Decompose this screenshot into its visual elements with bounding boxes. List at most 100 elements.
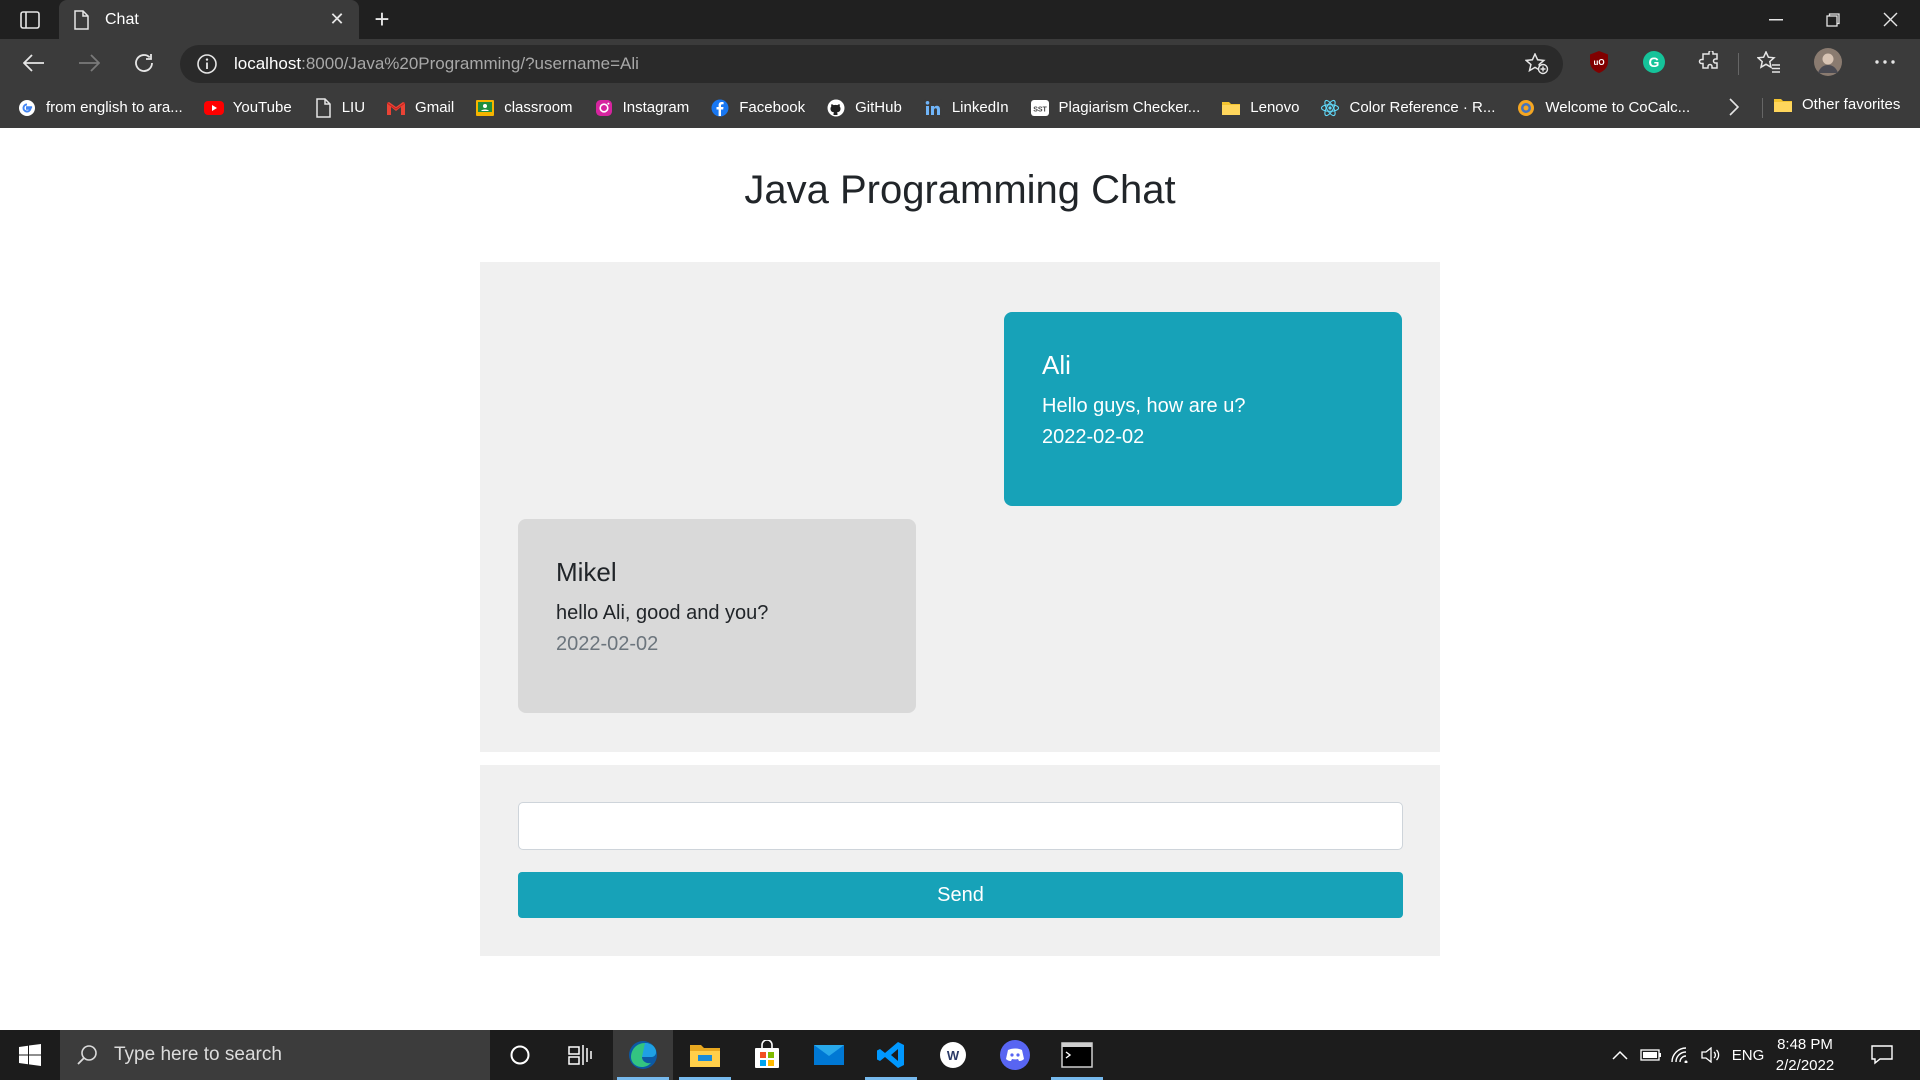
message-username: Mikel bbox=[556, 557, 617, 587]
gmail-icon bbox=[386, 98, 406, 118]
back-icon[interactable] bbox=[18, 47, 50, 79]
add-favorite-icon[interactable] bbox=[1524, 52, 1549, 75]
ublock-icon[interactable]: uO bbox=[1586, 49, 1612, 75]
bookmark-label: Instagram bbox=[622, 99, 690, 116]
taskbar-terminal[interactable] bbox=[1047, 1030, 1107, 1080]
chevron-up-icon[interactable] bbox=[1605, 1030, 1635, 1080]
bookmark-lenovo[interactable]: Lenovo bbox=[1221, 98, 1299, 118]
facebook-icon bbox=[710, 98, 730, 118]
favorites-icon[interactable] bbox=[1756, 49, 1782, 75]
bookmark-facebook[interactable]: Facebook bbox=[710, 98, 805, 118]
bookmarks-bar: from english to ara... YouTube LIU Gmail… bbox=[0, 87, 1920, 128]
bookmark-github[interactable]: GitHub bbox=[826, 98, 902, 118]
bookmark-instagram[interactable]: Instagram bbox=[594, 98, 690, 118]
extensions-icon[interactable] bbox=[1696, 49, 1722, 75]
google-icon bbox=[17, 98, 37, 118]
taskbar-mail[interactable] bbox=[799, 1030, 859, 1080]
volume-icon[interactable] bbox=[1696, 1030, 1726, 1080]
search-placeholder: Type here to search bbox=[114, 1044, 282, 1065]
message-date: 2022-02-02 bbox=[1042, 426, 1145, 448]
browser-tab-bar: Chat ✕ + bbox=[0, 0, 1920, 39]
forward-icon[interactable] bbox=[73, 47, 105, 79]
bookmark-gmail[interactable]: Gmail bbox=[386, 98, 454, 118]
taskbar-file-explorer[interactable] bbox=[675, 1030, 735, 1080]
other-favorites-label: Other favorites bbox=[1802, 96, 1901, 113]
address-field[interactable]: localhost:8000/Java%20Programming/?usern… bbox=[180, 45, 1563, 83]
site-info-icon[interactable] bbox=[196, 53, 218, 75]
toolbar-divider bbox=[1738, 53, 1739, 75]
message-input[interactable] bbox=[518, 802, 1403, 850]
clock-time: 8:48 PM bbox=[1777, 1036, 1833, 1053]
edge-icon bbox=[629, 1041, 657, 1069]
chevron-right-icon[interactable] bbox=[1728, 97, 1748, 119]
tab-actions-icon[interactable] bbox=[14, 8, 46, 32]
minimize-icon[interactable] bbox=[1748, 0, 1804, 39]
github-icon bbox=[826, 98, 846, 118]
cortana-icon[interactable] bbox=[490, 1030, 550, 1080]
bookmark-label: Plagiarism Checker... bbox=[1058, 99, 1201, 116]
profile-avatar[interactable] bbox=[1813, 47, 1843, 77]
other-favorites[interactable]: Other favorites bbox=[1773, 96, 1900, 113]
bookmark-cocalc[interactable]: Welcome to CoCalc... bbox=[1516, 98, 1690, 118]
bookmark-google-translate[interactable]: from english to ara... bbox=[17, 98, 183, 118]
windows-start-icon[interactable] bbox=[0, 1030, 60, 1080]
send-button[interactable]: Send bbox=[518, 872, 1403, 918]
bookmarks-divider bbox=[1762, 98, 1763, 118]
taskbar-clock[interactable]: 8:48 PM 2/2/2022 bbox=[1760, 1034, 1850, 1078]
bookmark-color-reference[interactable]: Color Reference · R... bbox=[1320, 98, 1495, 118]
youtube-icon bbox=[203, 98, 224, 118]
taskbar-search-box[interactable]: Type here to search bbox=[60, 1030, 490, 1080]
bookmark-youtube[interactable]: YouTube bbox=[203, 98, 292, 118]
vscode-icon bbox=[877, 1042, 904, 1068]
more-options-icon[interactable] bbox=[1872, 49, 1898, 75]
sst-icon: SST bbox=[1030, 98, 1050, 118]
bookmark-label: from english to ara... bbox=[46, 99, 183, 116]
bookmark-plagiarism-checker[interactable]: SST Plagiarism Checker... bbox=[1030, 98, 1201, 118]
folder-icon bbox=[1773, 97, 1793, 113]
chat-messages-panel: Ali Hello guys, how are u? 2022-02-02 Mi… bbox=[480, 262, 1440, 752]
battery-icon[interactable] bbox=[1636, 1030, 1666, 1080]
new-tab-button[interactable]: + bbox=[368, 6, 396, 34]
search-icon bbox=[76, 1044, 98, 1066]
message-text: hello Ali, good and you? bbox=[556, 602, 769, 624]
taskbar-app-w[interactable]: W bbox=[923, 1030, 983, 1080]
taskbar-store[interactable] bbox=[737, 1030, 797, 1080]
compose-panel: Send bbox=[480, 765, 1440, 956]
grammarly-icon[interactable]: G bbox=[1641, 49, 1667, 75]
bookmark-label: Gmail bbox=[415, 99, 455, 116]
bookmark-label: Facebook bbox=[739, 99, 806, 116]
message-date: 2022-02-02 bbox=[556, 633, 659, 655]
restore-icon[interactable] bbox=[1805, 0, 1861, 39]
terminal-icon bbox=[1061, 1042, 1093, 1068]
discord-icon bbox=[1000, 1040, 1030, 1070]
bookmark-label: GitHub bbox=[855, 99, 902, 116]
notifications-icon[interactable] bbox=[1862, 1030, 1902, 1080]
classroom-icon bbox=[475, 98, 495, 118]
tab-title: Chat bbox=[105, 10, 139, 28]
taskbar-discord[interactable] bbox=[985, 1030, 1045, 1080]
reload-icon[interactable] bbox=[128, 47, 160, 79]
bookmark-label: Welcome to CoCalc... bbox=[1545, 99, 1691, 116]
bookmark-label: LinkedIn bbox=[951, 99, 1009, 116]
cocalc-icon bbox=[1516, 98, 1536, 118]
taskbar-vscode[interactable] bbox=[861, 1030, 921, 1080]
close-window-icon[interactable] bbox=[1862, 0, 1918, 39]
close-tab-icon[interactable]: ✕ bbox=[327, 9, 347, 30]
page-icon bbox=[313, 97, 333, 118]
bookmark-classroom[interactable]: classroom bbox=[475, 98, 573, 118]
address-toolbar: localhost:8000/Java%20Programming/?usern… bbox=[0, 39, 1920, 87]
browser-tab-chat[interactable]: Chat ✕ bbox=[59, 0, 359, 39]
bookmark-label: classroom bbox=[504, 99, 573, 116]
bookmark-liu[interactable]: LIU bbox=[313, 97, 366, 118]
svg-text:W: W bbox=[947, 1048, 960, 1063]
taskbar-edge[interactable] bbox=[613, 1030, 673, 1080]
bookmark-linkedin[interactable]: LinkedIn bbox=[923, 98, 1009, 118]
page-icon bbox=[73, 9, 91, 30]
page-title: Java Programming Chat bbox=[744, 168, 1176, 212]
task-view-icon[interactable] bbox=[550, 1030, 610, 1080]
wifi-icon[interactable] bbox=[1666, 1030, 1696, 1080]
bookmark-label: LIU bbox=[341, 99, 366, 116]
url-host: localhost bbox=[234, 54, 302, 73]
message-text: Hello guys, how are u? bbox=[1042, 395, 1246, 417]
bookmark-label: Lenovo bbox=[1250, 99, 1300, 116]
